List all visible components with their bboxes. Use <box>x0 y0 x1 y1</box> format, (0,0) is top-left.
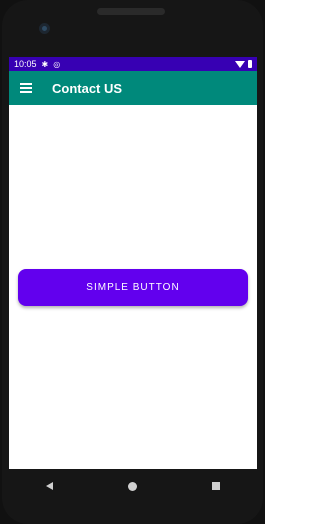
home-icon[interactable] <box>127 481 137 491</box>
app-title: Contact US <box>52 80 123 96</box>
status-icons-right <box>235 60 252 68</box>
status-bar: 10:05 ✱ ◎ <box>9 57 257 71</box>
hamburger-menu-icon[interactable] <box>20 83 32 93</box>
settings-icon: ✱ <box>41 59 49 69</box>
phone-frame: 10:05 ✱ ◎ Contact US SIMPLE BUTTON <box>0 0 265 524</box>
earpiece-speaker <box>97 8 165 15</box>
recents-icon[interactable] <box>211 482 220 490</box>
simple-button[interactable]: SIMPLE BUTTON <box>18 269 248 306</box>
data-saver-icon: ◎ <box>53 59 61 69</box>
navigation-bar <box>9 469 257 503</box>
screen: 10:05 ✱ ◎ Contact US SIMPLE BUTTON <box>9 57 257 469</box>
status-time: 10:05 <box>14 59 37 69</box>
front-camera <box>39 23 50 34</box>
back-icon[interactable] <box>46 482 54 490</box>
wifi-icon <box>235 60 245 68</box>
battery-icon <box>248 60 252 68</box>
app-bar: Contact US <box>9 71 257 105</box>
